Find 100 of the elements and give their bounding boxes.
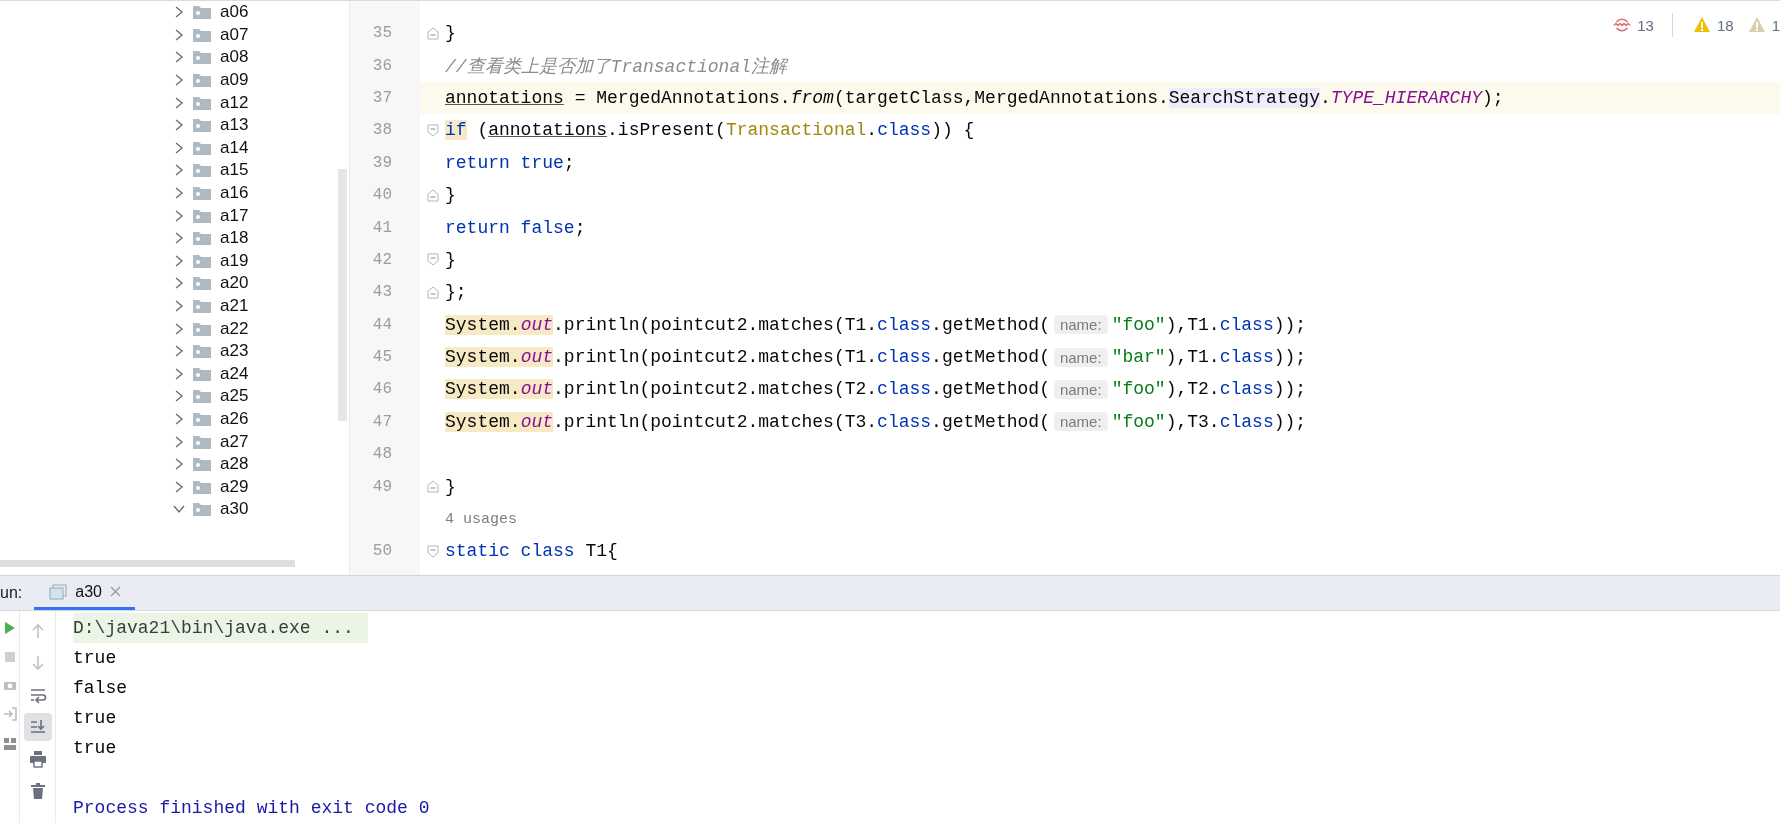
- console-output: false: [73, 678, 127, 698]
- fold-marker-icon[interactable]: [426, 544, 439, 558]
- fold-marker-icon[interactable]: [426, 285, 439, 299]
- code-text: if (annotations.isPresent(Transactional.class)) {: [445, 120, 975, 141]
- folder-label[interactable]: a19: [220, 250, 249, 271]
- parameter-hint: name:: [1053, 412, 1108, 432]
- folder-label[interactable]: a08: [220, 47, 249, 68]
- line-number: 50: [372, 542, 392, 561]
- code-text: return true;: [445, 152, 575, 173]
- line-number: 39: [372, 153, 392, 172]
- code-text: }: [445, 249, 456, 270]
- folder-label[interactable]: a28: [220, 454, 249, 475]
- fold-marker-icon[interactable]: [426, 253, 439, 267]
- parameter-hint: name:: [1053, 315, 1108, 335]
- folder-icon: [192, 411, 212, 427]
- play-icon[interactable]: [3, 621, 16, 635]
- error-icon[interactable]: [1613, 16, 1632, 34]
- scroll-to-end-icon: [28, 718, 47, 736]
- folder-icon: [192, 185, 212, 202]
- folder-label[interactable]: a17: [220, 205, 249, 226]
- folder-label[interactable]: a12: [220, 92, 249, 113]
- soft-wrap-icon: [28, 686, 47, 704]
- usages-hint[interactable]: 4 usages: [445, 510, 517, 528]
- folder-label[interactable]: a07: [220, 24, 249, 45]
- problem-count[interactable]: 13: [1637, 16, 1654, 34]
- folder-label[interactable]: a06: [220, 2, 249, 23]
- scroll-to-end-button[interactable]: [23, 713, 52, 741]
- folder-label[interactable]: a20: [220, 273, 249, 294]
- print-icon: [28, 750, 47, 768]
- layout-icon[interactable]: [2, 737, 17, 751]
- console-exit-message: Process finished with exit code 0: [73, 798, 430, 818]
- folder-label[interactable]: a26: [220, 409, 249, 429]
- folder-label[interactable]: a14: [220, 137, 249, 158]
- console-output: true: [73, 708, 117, 728]
- code-text: System.out.println(pointcut2.matches(T1.class.getMethod(: [445, 314, 1050, 335]
- console-output: true: [73, 648, 117, 668]
- folder-icon: [192, 230, 212, 247]
- fold-marker-icon[interactable]: [426, 480, 439, 494]
- folder-label[interactable]: a16: [220, 183, 249, 204]
- folder-label[interactable]: a15: [220, 160, 249, 181]
- folder-icon: [192, 26, 212, 43]
- scrollbar-thumb[interactable]: [338, 169, 347, 421]
- line-number: 37: [372, 88, 392, 107]
- code-text: }: [445, 185, 456, 206]
- folder-icon: [192, 252, 212, 269]
- line-number: 45: [372, 348, 392, 367]
- folder-label[interactable]: a18: [220, 228, 249, 249]
- run-tab[interactable]: a30: [34, 576, 135, 610]
- code-text: };: [445, 282, 467, 303]
- code-text: "foo"),T3.class));: [1111, 411, 1307, 432]
- line-number: 44: [372, 315, 392, 334]
- folder-icon: [192, 275, 212, 292]
- code-text: "foo"),T2.class));: [1111, 379, 1307, 400]
- line-number: 49: [372, 477, 392, 496]
- folder-label[interactable]: a13: [220, 115, 249, 136]
- code-comment: //查看类上是否加了Transactional注解: [445, 55, 788, 78]
- fold-marker-icon[interactable]: [426, 123, 439, 137]
- scrollbar-thumb[interactable]: [0, 560, 295, 567]
- folder-icon: [192, 72, 212, 89]
- folder-label[interactable]: a22: [220, 318, 249, 339]
- code-text: "foo"),T1.class));: [1111, 314, 1307, 335]
- line-number: 41: [372, 218, 392, 237]
- folder-label[interactable]: a09: [220, 70, 249, 91]
- line-number: 36: [372, 56, 392, 75]
- folder-icon: [192, 501, 212, 518]
- code-text: static class T1{: [445, 541, 618, 562]
- folder-label[interactable]: a29: [220, 476, 249, 497]
- line-number: 42: [372, 250, 392, 269]
- folder-label[interactable]: a30: [220, 499, 249, 520]
- folder-label[interactable]: a25: [220, 386, 249, 407]
- code-text: System.out.println(pointcut2.matches(T1.class.getMethod(: [445, 347, 1050, 368]
- parameter-hint: name:: [1053, 347, 1108, 367]
- code-text: System.out.println(pointcut2.matches(T2.class.getMethod(: [445, 379, 1050, 400]
- fold-marker-icon[interactable]: [426, 188, 439, 202]
- problem-count[interactable]: 18: [1716, 16, 1734, 34]
- folder-icon: [192, 478, 212, 495]
- problem-count[interactable]: 1: [1771, 16, 1780, 34]
- folder-icon: [192, 456, 212, 473]
- code-text: return false;: [445, 217, 586, 238]
- panel-title: un:: [0, 584, 23, 602]
- folder-icon: [192, 139, 212, 156]
- line-number: 46: [372, 380, 392, 399]
- folder-label[interactable]: a27: [220, 431, 249, 452]
- parameter-hint: name:: [1053, 380, 1108, 399]
- folder-label[interactable]: a23: [220, 341, 249, 362]
- code-text: }: [445, 476, 456, 497]
- folder-icon: [192, 433, 212, 450]
- folder-icon: [192, 49, 212, 66]
- console-icon: [49, 583, 68, 600]
- folder-label[interactable]: a24: [220, 363, 249, 384]
- folder-label[interactable]: a21: [220, 296, 249, 316]
- folder-icon: [192, 343, 212, 360]
- folder-icon: [192, 320, 212, 337]
- line-number: 48: [372, 445, 392, 464]
- line-number: 47: [372, 412, 392, 431]
- code-text: annotations = MergedAnnotations.from(targetClass,MergedAnnotations.SearchStrategy.TYPE_HIERARCHY);: [445, 87, 1504, 108]
- console-output: true: [73, 738, 117, 758]
- fold-marker-icon[interactable]: [426, 26, 439, 40]
- folder-icon: [192, 94, 212, 111]
- folder-icon: [192, 117, 212, 134]
